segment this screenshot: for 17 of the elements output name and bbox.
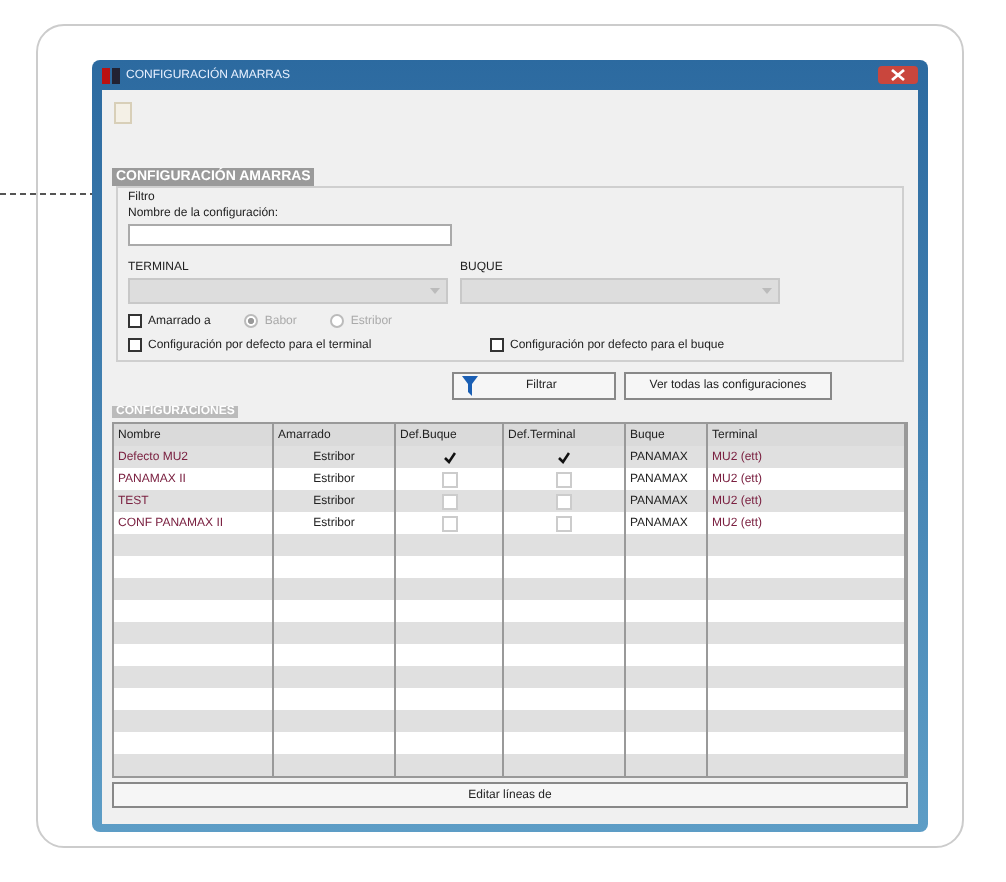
close-button[interactable]: [878, 66, 918, 84]
buque-dropdown[interactable]: [460, 278, 780, 304]
checkbox[interactable]: [490, 338, 504, 352]
app-icon: [102, 67, 120, 83]
checkbox[interactable]: [556, 449, 572, 465]
terminal-dropdown[interactable]: [128, 278, 448, 304]
name-input-field[interactable]: [128, 224, 452, 246]
checkbox[interactable]: [128, 314, 142, 328]
funnel-icon: [462, 376, 478, 396]
caret-icon: [762, 288, 772, 296]
radio-button[interactable]: [244, 314, 259, 328]
document-icon: [114, 102, 132, 124]
checkbox[interactable]: [441, 449, 457, 465]
radio-button[interactable]: [330, 314, 345, 328]
checkbox[interactable]: [128, 338, 142, 352]
caret-icon: [430, 288, 440, 296]
close-icon: [890, 68, 906, 82]
